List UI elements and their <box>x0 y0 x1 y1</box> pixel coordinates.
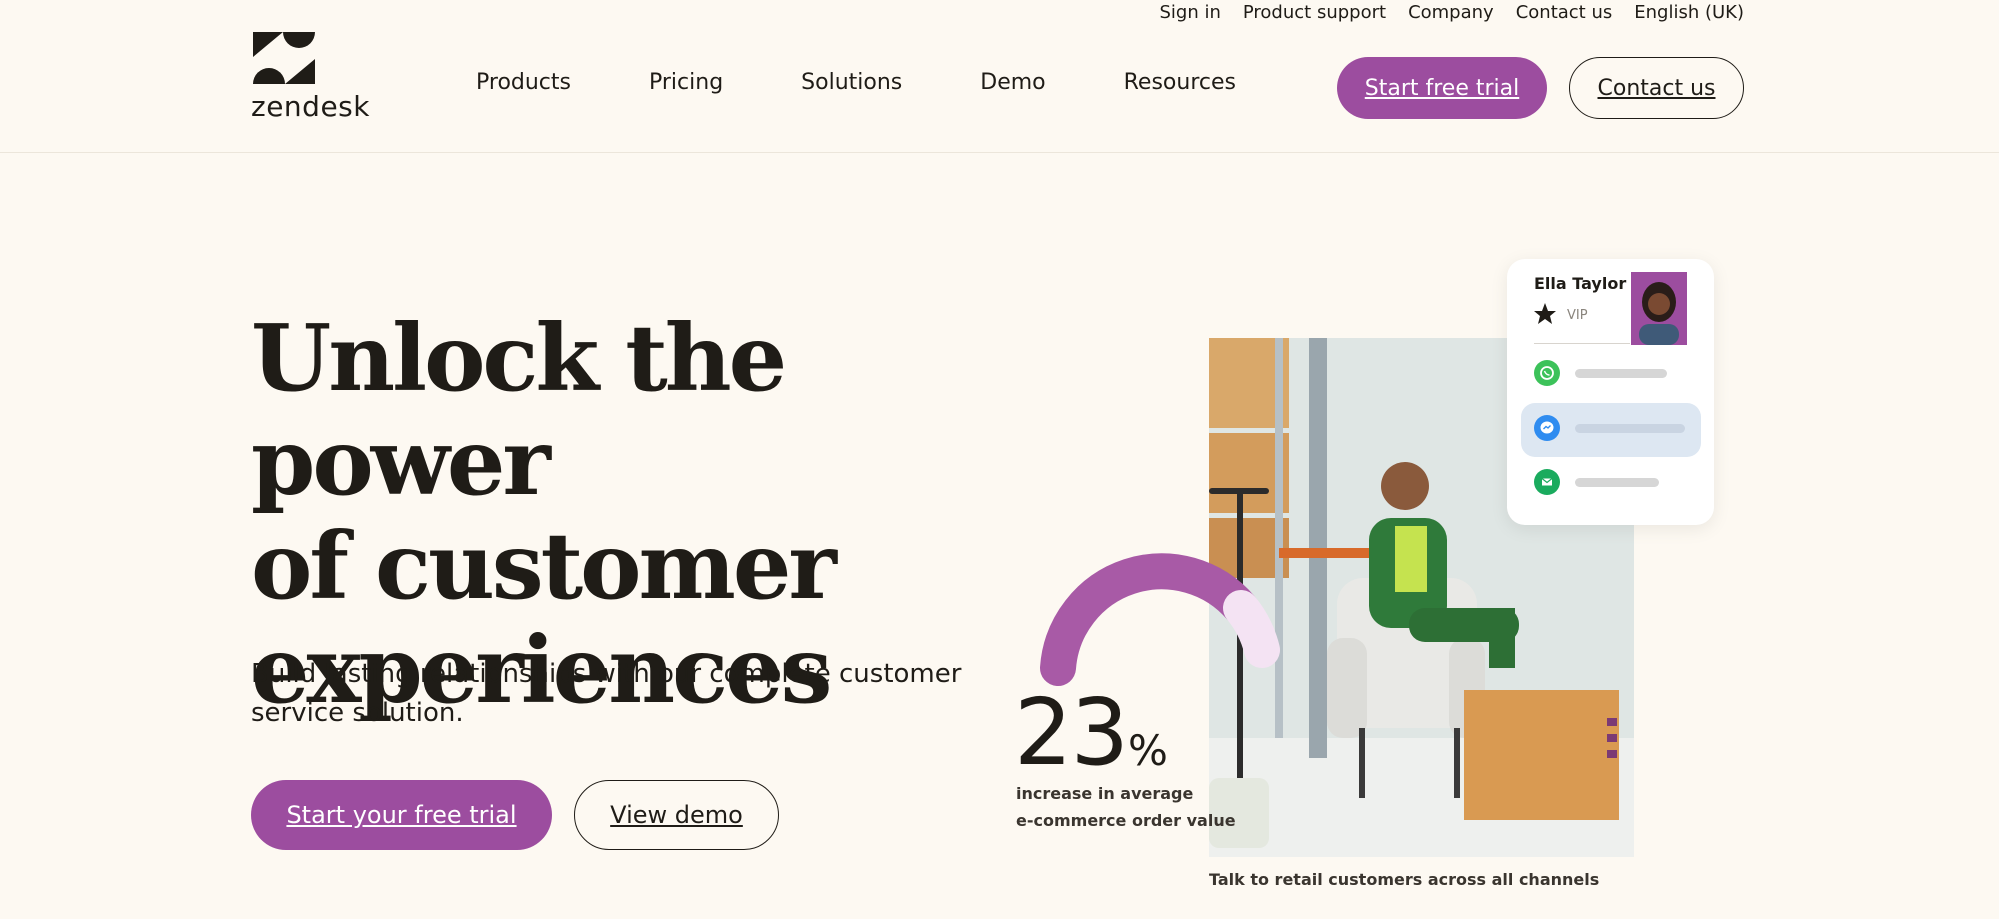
channel-placeholder-bar <box>1575 424 1685 433</box>
channel-row-email[interactable] <box>1534 468 1684 496</box>
view-demo-button[interactable]: View demo <box>574 780 779 850</box>
channel-row-messenger[interactable] <box>1534 414 1685 442</box>
stat-progress-arc <box>1040 553 1280 686</box>
nav-resources[interactable]: Resources <box>1124 70 1236 95</box>
hero-subtitle: Build lasting relationships with our com… <box>251 659 962 728</box>
hero-title-line: Unlock the power <box>251 304 787 516</box>
vip-badge: VIP <box>1567 308 1588 323</box>
customer-profile-card: Ella Taylor VIP <box>1507 259 1714 525</box>
star-icon <box>1534 303 1556 324</box>
channel-placeholder-bar <box>1575 478 1659 487</box>
stat-label-line: e-commerce order value <box>1016 811 1236 830</box>
nav-demo[interactable]: Demo <box>980 70 1045 95</box>
logo-wordmark: zendesk <box>251 90 370 123</box>
messenger-icon <box>1534 415 1560 441</box>
start-your-free-trial-button[interactable]: Start your free trial <box>251 780 552 850</box>
zendesk-logo[interactable]: zendesk <box>251 32 369 123</box>
card-divider <box>1534 343 1630 344</box>
header-contact-button[interactable]: Contact us <box>1569 57 1744 119</box>
whatsapp-icon <box>1534 360 1560 386</box>
photo-caption: Talk to retail customers across all chan… <box>1209 870 1600 889</box>
channel-row-whatsapp[interactable] <box>1534 359 1684 387</box>
nav-solutions[interactable]: Solutions <box>801 70 902 95</box>
customer-avatar <box>1631 272 1687 345</box>
zendesk-logo-icon <box>253 32 315 84</box>
stat-label: increase in average e-commerce order val… <box>1016 780 1236 834</box>
stat-value: 23 <box>1014 679 1129 786</box>
hero-title-line: of customer <box>251 512 837 620</box>
start-free-trial-button[interactable]: Start free trial <box>1337 57 1547 119</box>
stat-label-line: increase in average <box>1016 784 1194 803</box>
nav-pricing[interactable]: Pricing <box>649 70 723 95</box>
nav-products[interactable]: Products <box>476 70 571 95</box>
channel-placeholder-bar <box>1575 369 1667 378</box>
email-icon <box>1534 469 1560 495</box>
site-header: zendesk Products Pricing Solutions Demo … <box>0 0 1999 153</box>
customer-name: Ella Taylor <box>1534 274 1627 293</box>
main-nav: Products Pricing Solutions Demo Resource… <box>476 70 1314 95</box>
stat-unit: % <box>1128 726 1168 775</box>
